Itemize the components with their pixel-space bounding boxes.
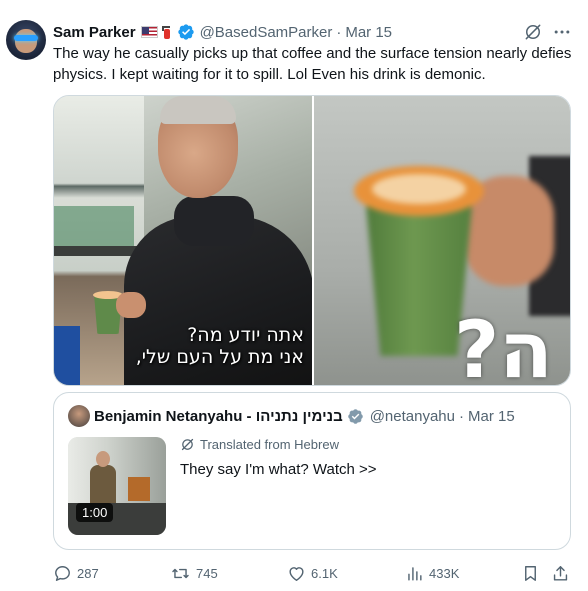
views-button[interactable]: 433K [405,562,459,584]
translated-label[interactable]: Translated from Hebrew [180,437,339,452]
like-button[interactable]: 6.1K [287,562,338,584]
quoted-author-handle[interactable]: @netanyahu [370,408,455,425]
reply-icon [55,565,70,581]
tweet-header: Sam Parker @BasedSamParker · Mar 15 [53,22,392,42]
share-button[interactable] [551,562,575,584]
views-count: 433K [429,565,460,581]
video-caption: אתה יודע מה? אני מת על העם שלי, [94,324,304,368]
quoted-tweet-text: They say I'm what? Watch >> [180,461,377,478]
repost-icon [172,568,189,578]
man-collar [174,196,254,246]
man-hand [116,292,146,318]
repost-button[interactable]: 745 [170,562,218,584]
video-duration-badge: 1:00 [76,503,114,522]
video-caption-fragment: ?ה [454,306,553,386]
author-display-name[interactable]: Sam Parker [53,24,136,41]
background-window [54,206,134,246]
tweet-date[interactable]: Mar 15 [345,24,392,41]
verified-badge-icon [347,408,363,424]
avatar-face [15,29,37,53]
tweet-text: The way he casually picks up that coffee… [53,45,572,83]
thumbnail-person-head [96,451,110,467]
cup-foam [372,174,466,204]
tweet-media[interactable]: אתה יודע מה? אני מת על העם שלי, ?ה [53,95,571,386]
media-photo-right[interactable]: ?ה [314,96,570,386]
media-photo-left[interactable]: אתה יודע מה? אני מת על העם שלי, [54,96,312,385]
more-icon[interactable] [551,22,573,42]
quoted-tweet-header: Benjamin Netanyahu - בנימין נתניהו @neta… [94,405,515,427]
translated-label-text: Translated from Hebrew [200,437,339,452]
caption-line-1: אתה יודע מה? [187,324,304,346]
views-icon [408,566,422,581]
share-icon [553,565,568,581]
fire-extinguisher-icon [161,25,171,39]
quoted-tweet-date[interactable]: Mar 15 [468,408,515,425]
translate-icon [181,438,194,451]
author-avatar[interactable] [6,20,46,60]
blue-sign [54,326,80,385]
thumbnail-screen [128,477,150,501]
man-hair [160,96,236,124]
separator-dot: · [459,407,464,425]
bookmark-icon [525,565,536,581]
separator-dot: · [336,23,342,41]
tweet[interactable]: Sam Parker @BasedSamParker · Mar 15 The … [0,0,588,591]
caption-line-2: אני מת על העם שלי, [135,346,304,368]
repost-count: 745 [196,565,218,581]
like-count: 6.1K [311,565,338,581]
reply-button[interactable]: 287 [53,562,99,584]
quoted-author-avatar[interactable] [68,405,90,427]
us-flag-icon [140,26,158,38]
quoted-tweet[interactable]: Benjamin Netanyahu - בנימין נתניהו @neta… [53,392,571,550]
reply-count: 287 [77,565,99,581]
avatar-glasses [14,35,38,41]
quoted-author-name[interactable]: Benjamin Netanyahu - בנימין נתניהו [94,408,343,425]
like-icon [289,566,304,581]
grok-icon[interactable] [523,22,543,42]
verified-badge-icon [177,24,194,40]
tweet-actions: 287 745 6.1K 433K [53,562,573,584]
bookmark-button[interactable] [521,562,545,584]
author-handle[interactable]: @BasedSamParker [200,24,333,41]
